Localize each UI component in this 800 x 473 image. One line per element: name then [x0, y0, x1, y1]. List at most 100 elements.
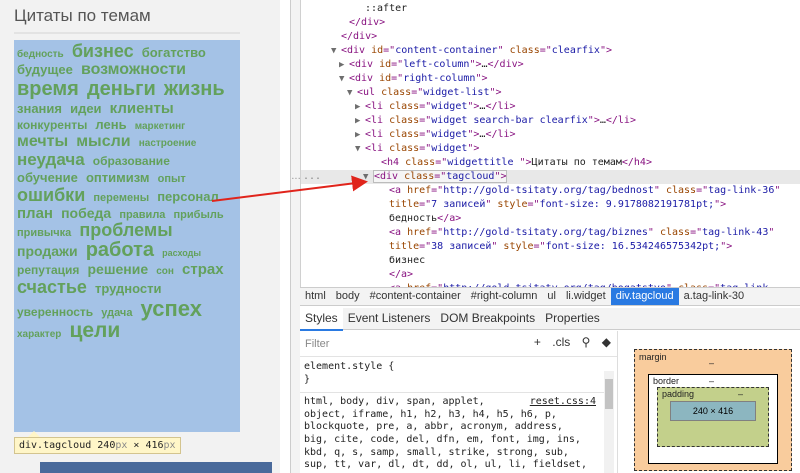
collapsed-triangle-icon[interactable]: ▶	[355, 128, 365, 142]
collapsed-triangle-icon[interactable]: ▶	[339, 58, 349, 72]
expanded-triangle-icon[interactable]: ▼	[339, 72, 349, 86]
tab-properties[interactable]: Properties	[540, 308, 605, 329]
panel-splitter[interactable]: ···	[290, 0, 301, 473]
tag-link[interactable]: страх	[182, 261, 224, 278]
styles-pane[interactable]: Filter + .cls ⚲ ◆ element.style { } rese…	[300, 331, 618, 473]
tag-link[interactable]: опыт	[158, 173, 186, 185]
add-rule-button[interactable]: +	[534, 335, 541, 349]
tag-link[interactable]: сон	[156, 266, 174, 278]
tag-link[interactable]: будущее	[17, 62, 73, 77]
dom-node-line[interactable]: </a>	[301, 268, 413, 282]
dom-node-line[interactable]: ▼ <ul class="widget-list">	[301, 86, 502, 100]
styles-filter-input[interactable]: Filter	[305, 338, 329, 350]
tag-link[interactable]: уверенность	[17, 305, 93, 319]
tag-link[interactable]: продажи	[17, 243, 78, 259]
node-ellipsis[interactable]: ...	[303, 170, 321, 184]
reset-css-link[interactable]: reset.css:4	[530, 396, 596, 409]
dom-node-line[interactable]: </div>	[301, 16, 385, 30]
breadcrumb-item[interactable]: div.tagcloud	[610, 288, 679, 305]
dom-node-line[interactable]: бизнес	[301, 254, 425, 268]
styles-tabs[interactable]: Styles Event Listeners DOM Breakpoints Prop…	[300, 308, 800, 331]
dom-node-line[interactable]: <a href="http://gold-tsitaty.org/tag/biz…	[301, 226, 774, 240]
tag-link[interactable]: богатство	[142, 45, 206, 60]
tag-link[interactable]: проблемы	[79, 220, 172, 240]
breadcrumb-item[interactable]: body	[331, 288, 365, 305]
tag-link[interactable]: жизнь	[164, 78, 225, 100]
tag-link[interactable]: репутация	[17, 263, 79, 277]
tag-link[interactable]: образование	[93, 154, 170, 168]
breadcrumb-item[interactable]: #content-container	[365, 288, 466, 305]
tab-dom-breakpoints[interactable]: DOM Breakpoints	[435, 308, 540, 329]
collapsed-triangle-icon[interactable]: ▶	[355, 114, 365, 128]
tag-link[interactable]: лень	[95, 117, 126, 132]
tag-link[interactable]: победа	[61, 205, 111, 221]
tab-event-listeners[interactable]: Event Listeners	[343, 308, 436, 329]
dom-node-line[interactable]: ▼ <div id="content-container" class="clea…	[301, 44, 612, 58]
dom-node-line[interactable]: ▶ <div id="left-column">…</div>	[301, 58, 524, 72]
tag-link[interactable]: персонал	[157, 189, 219, 204]
tag-link[interactable]: расходы	[162, 248, 201, 258]
dom-node-line[interactable]: ▶ <li class="widget">…</li>	[301, 128, 516, 142]
dom-node-line[interactable]: ▶ <li class="widget search-bar clearfix">…	[301, 114, 636, 128]
dom-node-line[interactable]: бедность</a>	[301, 212, 461, 226]
dom-node-line[interactable]: <h4 class="widgettitle ">Цитаты по темам…	[301, 156, 652, 170]
tag-link[interactable]: характер	[17, 329, 61, 340]
tab-styles[interactable]: Styles	[300, 308, 343, 331]
tag-link[interactable]: неудача	[17, 150, 85, 169]
tag-link[interactable]: трудности	[95, 281, 162, 296]
expanded-triangle-icon[interactable]: ▼	[347, 86, 357, 100]
tag-link[interactable]: возможности	[81, 61, 186, 78]
expanded-triangle-icon[interactable]: ▼	[363, 170, 373, 184]
expanded-triangle-icon[interactable]: ▼	[331, 44, 341, 58]
styles-scrollbar[interactable]	[604, 371, 614, 473]
tag-link[interactable]: удача	[101, 307, 132, 319]
dom-node-line[interactable]: <a href="http://gold-tsitaty.org/tag/bed…	[301, 184, 780, 198]
tag-link[interactable]: знания	[17, 101, 62, 116]
expanded-triangle-icon[interactable]: ▼	[355, 142, 365, 156]
dom-node-line[interactable]: ▶ <li class="widget">…</li>	[301, 100, 516, 114]
breadcrumb-item[interactable]: ul	[542, 288, 561, 305]
tag-link[interactable]: время	[17, 78, 79, 100]
breadcrumb-item[interactable]: li.widget	[561, 288, 611, 305]
tag-link[interactable]: обучение	[17, 170, 78, 185]
tag-link[interactable]: прибыль	[174, 209, 224, 221]
tag-link[interactable]: настроение	[139, 138, 197, 150]
element-style-rule[interactable]: element.style {	[304, 361, 596, 374]
tag-link[interactable]: оптимизм	[86, 170, 150, 185]
elements-tree[interactable]: ::after </div> </div> ▼ <div id="content-con…	[300, 0, 800, 287]
tag-link[interactable]: цели	[69, 319, 120, 342]
dom-node-line[interactable]: ▼ <li class="widget">	[301, 142, 479, 156]
tag-link[interactable]: конкуренты	[17, 118, 87, 132]
collapsed-triangle-icon[interactable]: ▶	[355, 100, 365, 114]
tag-link[interactable]: план	[17, 205, 53, 222]
dom-node-line[interactable]: title="7 записей" style="font-size: 9.91…	[301, 198, 726, 212]
breadcrumb-item[interactable]: html	[300, 288, 331, 305]
element-state-icon[interactable]: ◆	[602, 335, 611, 349]
tag-link[interactable]: деньги	[87, 78, 156, 100]
breadcrumb[interactable]: html body #content-container #right-column u…	[300, 287, 800, 306]
breadcrumb-item[interactable]: a.tag-link-30	[679, 288, 750, 305]
tag-link[interactable]: перемены	[93, 192, 149, 204]
tag-link[interactable]: решение	[87, 261, 148, 277]
tag-link[interactable]: маркетинг	[135, 121, 186, 133]
dom-node-line[interactable]: </div>	[301, 30, 377, 44]
dom-node-line[interactable]: title="38 записей" style="font-size: 16.…	[301, 240, 732, 254]
tag-link[interactable]: клиенты	[110, 100, 174, 117]
tag-link[interactable]: бизнес	[72, 41, 134, 61]
dom-node-line[interactable]: ::after	[301, 2, 407, 16]
toggle-cls-button[interactable]: .cls	[552, 335, 570, 349]
pin-icon[interactable]: ⚲	[582, 335, 591, 349]
tag-link[interactable]: мечты	[17, 133, 68, 150]
dom-node-line[interactable]: ▼ <div id="right-column">	[301, 72, 488, 86]
tag-link[interactable]: мысли	[76, 133, 130, 150]
breadcrumb-item[interactable]: #right-column	[466, 288, 543, 305]
tag-link[interactable]: ошибки	[17, 185, 85, 205]
tag-link[interactable]: работа	[86, 239, 154, 261]
tag-link[interactable]: успех	[141, 296, 202, 321]
selected-node[interactable]: ... ▼ <div class="tagcloud">	[301, 170, 800, 184]
tag-link[interactable]: правила	[119, 209, 165, 221]
tag-link[interactable]: бедность	[17, 49, 64, 60]
tag-link[interactable]: счастье	[17, 277, 87, 297]
tag-link[interactable]: идеи	[70, 101, 101, 116]
tag-link[interactable]: привычка	[17, 227, 71, 240]
